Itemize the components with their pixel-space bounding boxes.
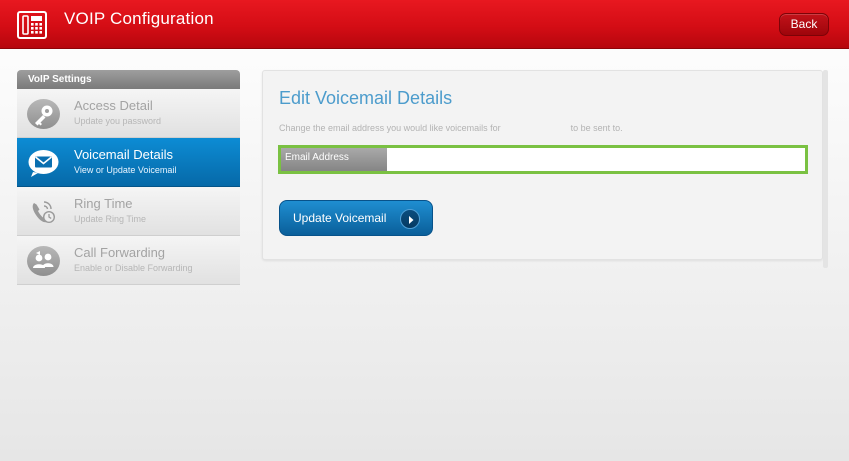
sidebar-heading: VoIP Settings bbox=[17, 70, 240, 89]
sidebar-item-label: Voicemail Details bbox=[74, 147, 173, 162]
email-field: Email Address bbox=[278, 145, 808, 174]
phone-icon bbox=[17, 11, 47, 39]
instruction-text-end: to be sent to. bbox=[570, 123, 623, 133]
sidebar-item-label: Ring Time bbox=[74, 196, 133, 211]
sidebar-item-ring-time[interactable]: Ring Time Update Ring Time bbox=[17, 187, 240, 236]
panel-title: Edit Voicemail Details bbox=[279, 88, 453, 108]
sidebar-item-call-forwarding[interactable]: Call Forwarding Enable or Disable Forwar… bbox=[17, 236, 240, 285]
forwarding-users-icon bbox=[27, 246, 60, 276]
email-input[interactable] bbox=[389, 148, 805, 171]
sidebar-item-sublabel: Enable or Disable Forwarding bbox=[74, 263, 193, 273]
envelope-icon bbox=[27, 148, 60, 178]
sidebar: VoIP Settings Access Detail Update you p… bbox=[17, 70, 240, 285]
ringing-phone-icon bbox=[27, 197, 60, 227]
page-title: VOIP Configuration bbox=[64, 9, 214, 28]
back-button[interactable]: Back bbox=[779, 13, 829, 36]
sidebar-item-sublabel: Update Ring Time bbox=[74, 214, 147, 224]
sidebar-item-access-detail[interactable]: Access Detail Update you password bbox=[17, 89, 240, 138]
update-voicemail-button[interactable]: Update Voicemail bbox=[279, 200, 433, 236]
chevron-right-icon bbox=[400, 209, 420, 229]
email-label: Email Address bbox=[281, 148, 387, 171]
instruction-text-start: Change the email address you would like … bbox=[279, 123, 501, 133]
voicemail-panel: Edit Voicemail Details Change the email … bbox=[262, 70, 823, 260]
instruction-text: Change the email address you would like … bbox=[279, 123, 623, 133]
sidebar-item-label: Access Detail bbox=[74, 98, 153, 113]
app-header: VOIP Configuration Back bbox=[0, 0, 849, 49]
key-icon bbox=[27, 99, 60, 129]
sidebar-item-sublabel: Update you password bbox=[74, 116, 162, 126]
sidebar-item-voicemail-details[interactable]: Voicemail Details View or Update Voicema… bbox=[17, 138, 240, 187]
sidebar-item-label: Call Forwarding bbox=[74, 245, 166, 260]
sidebar-item-sublabel: View or Update Voicemail bbox=[74, 165, 177, 175]
scrollbar[interactable] bbox=[823, 70, 828, 268]
update-voicemail-label: Update Voicemail bbox=[293, 211, 387, 225]
